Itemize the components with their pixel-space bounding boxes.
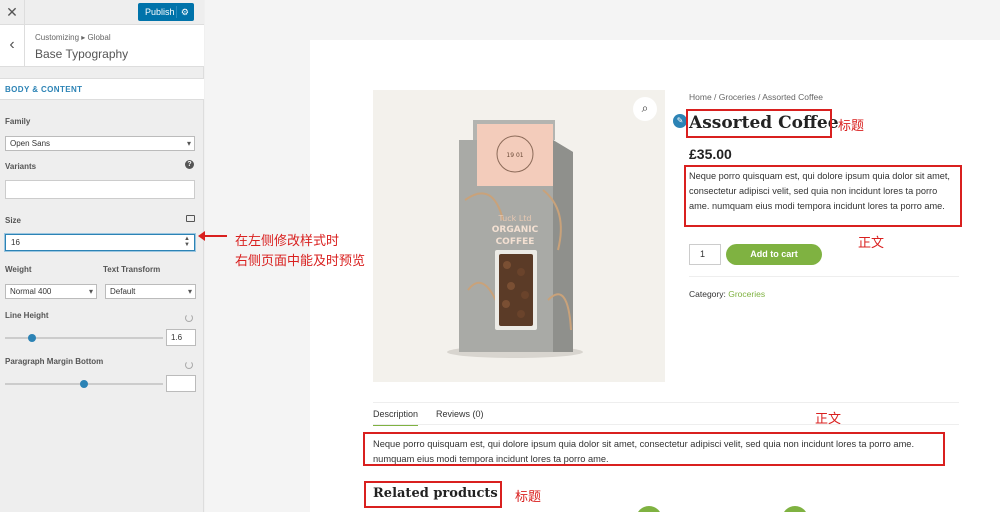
weight-value: Normal 400 [10,287,52,296]
family-select[interactable]: Open Sans ▾ [5,136,195,151]
product-image[interactable]: 19 01 Tuck Ltd ORGANIC COFFEE [373,90,665,382]
weight-select[interactable]: Normal 400 ▾ [5,284,97,299]
description-highlight-box [684,165,962,227]
variants-label: Variants [5,162,37,171]
body-annotation-2: 正文 [815,412,842,427]
weight-label: Weight [5,265,32,274]
tab-reviews[interactable]: Reviews (0) [436,409,484,419]
size-label: Size [5,216,22,225]
spinner-icon[interactable]: ▲ ▼ [184,236,190,248]
product-category: Category: Groceries [689,289,765,299]
divider [689,276,959,277]
section-heading[interactable]: BODY & CONTENT [0,78,204,100]
chevron-down-icon: ▾ [186,139,191,148]
variants-input[interactable] [5,180,195,199]
divider [373,424,959,425]
chevron-down-icon: ▾ [187,287,192,296]
slider-thumb[interactable] [80,380,88,388]
arrow-annotation-line-2: 右侧页面中能及时预览 [235,254,366,269]
divider [373,402,959,403]
slider-thumb[interactable] [28,334,36,342]
help-icon[interactable]: ? [185,160,194,169]
add-to-cart-button[interactable]: Add to cart [726,244,822,265]
annotation-arrow [198,231,227,241]
zoom-icon[interactable]: ⌕ [633,97,657,121]
customizer-sidebar: ✕ Publish ⚙ ‹ Customizing ▸ Global Base … [0,0,204,512]
paragraph-margin-label: Paragraph Margin Bottom [5,357,104,366]
publish-button[interactable]: Publish ⚙ [138,3,194,21]
reset-icon[interactable] [185,314,193,322]
edit-pencil-icon[interactable]: ✎ [673,114,687,128]
product-breadcrumb[interactable]: Home / Groceries / Assorted Coffee [689,92,823,102]
package-brand: Tuck Ltd [498,214,532,223]
panel-breadcrumb: Customizing ▸ Global [35,33,111,42]
paragraph-margin-input[interactable] [166,375,196,392]
chevron-down-icon: ▾ [88,287,93,296]
panel-header: ‹ Customizing ▸ Global Base Typography [0,25,204,67]
size-value: 16 [11,238,20,247]
title-highlight-box [686,109,832,138]
publish-label: Publish [145,7,175,17]
product-price: £35.00 [689,146,732,162]
panel-title: Base Typography [35,47,129,61]
related-annotation: 标题 [515,490,542,505]
back-icon[interactable]: ‹ [0,25,25,67]
package-line-1: ORGANIC [492,225,539,235]
package-line-2: COFFEE [496,237,535,247]
line-height-input[interactable]: 1.6 [166,329,196,346]
publish-separator [176,6,177,18]
category-link[interactable]: Groceries [728,289,765,299]
package-badge: 19 01 [506,152,523,159]
text-transform-label: Text Transform [103,265,161,274]
close-icon[interactable]: ✕ [0,0,25,24]
related-highlight-box [364,481,502,508]
desktop-icon[interactable] [186,215,195,222]
size-input[interactable]: 16 ▲ ▼ [5,234,195,251]
reset-icon[interactable] [185,361,193,369]
category-label: Category: [689,289,726,299]
long-description-highlight-box [363,432,945,466]
arrow-annotation-line-1: 在左侧修改样式时 [235,234,340,249]
coffee-package-illustration: 19 01 Tuck Ltd ORGANIC COFFEE [447,120,583,358]
family-value: Open Sans [10,139,51,148]
family-label: Family [5,117,31,126]
text-transform-value: Default [110,287,136,296]
sidebar-topbar: ✕ Publish ⚙ [0,0,204,25]
quantity-input[interactable]: 1 [689,244,721,265]
text-transform-select[interactable]: Default ▾ [105,284,196,299]
line-height-label: Line Height [5,311,49,320]
body-annotation: 正文 [858,236,885,251]
title-annotation: 标题 [838,119,865,134]
gear-icon[interactable]: ⚙ [181,3,189,21]
